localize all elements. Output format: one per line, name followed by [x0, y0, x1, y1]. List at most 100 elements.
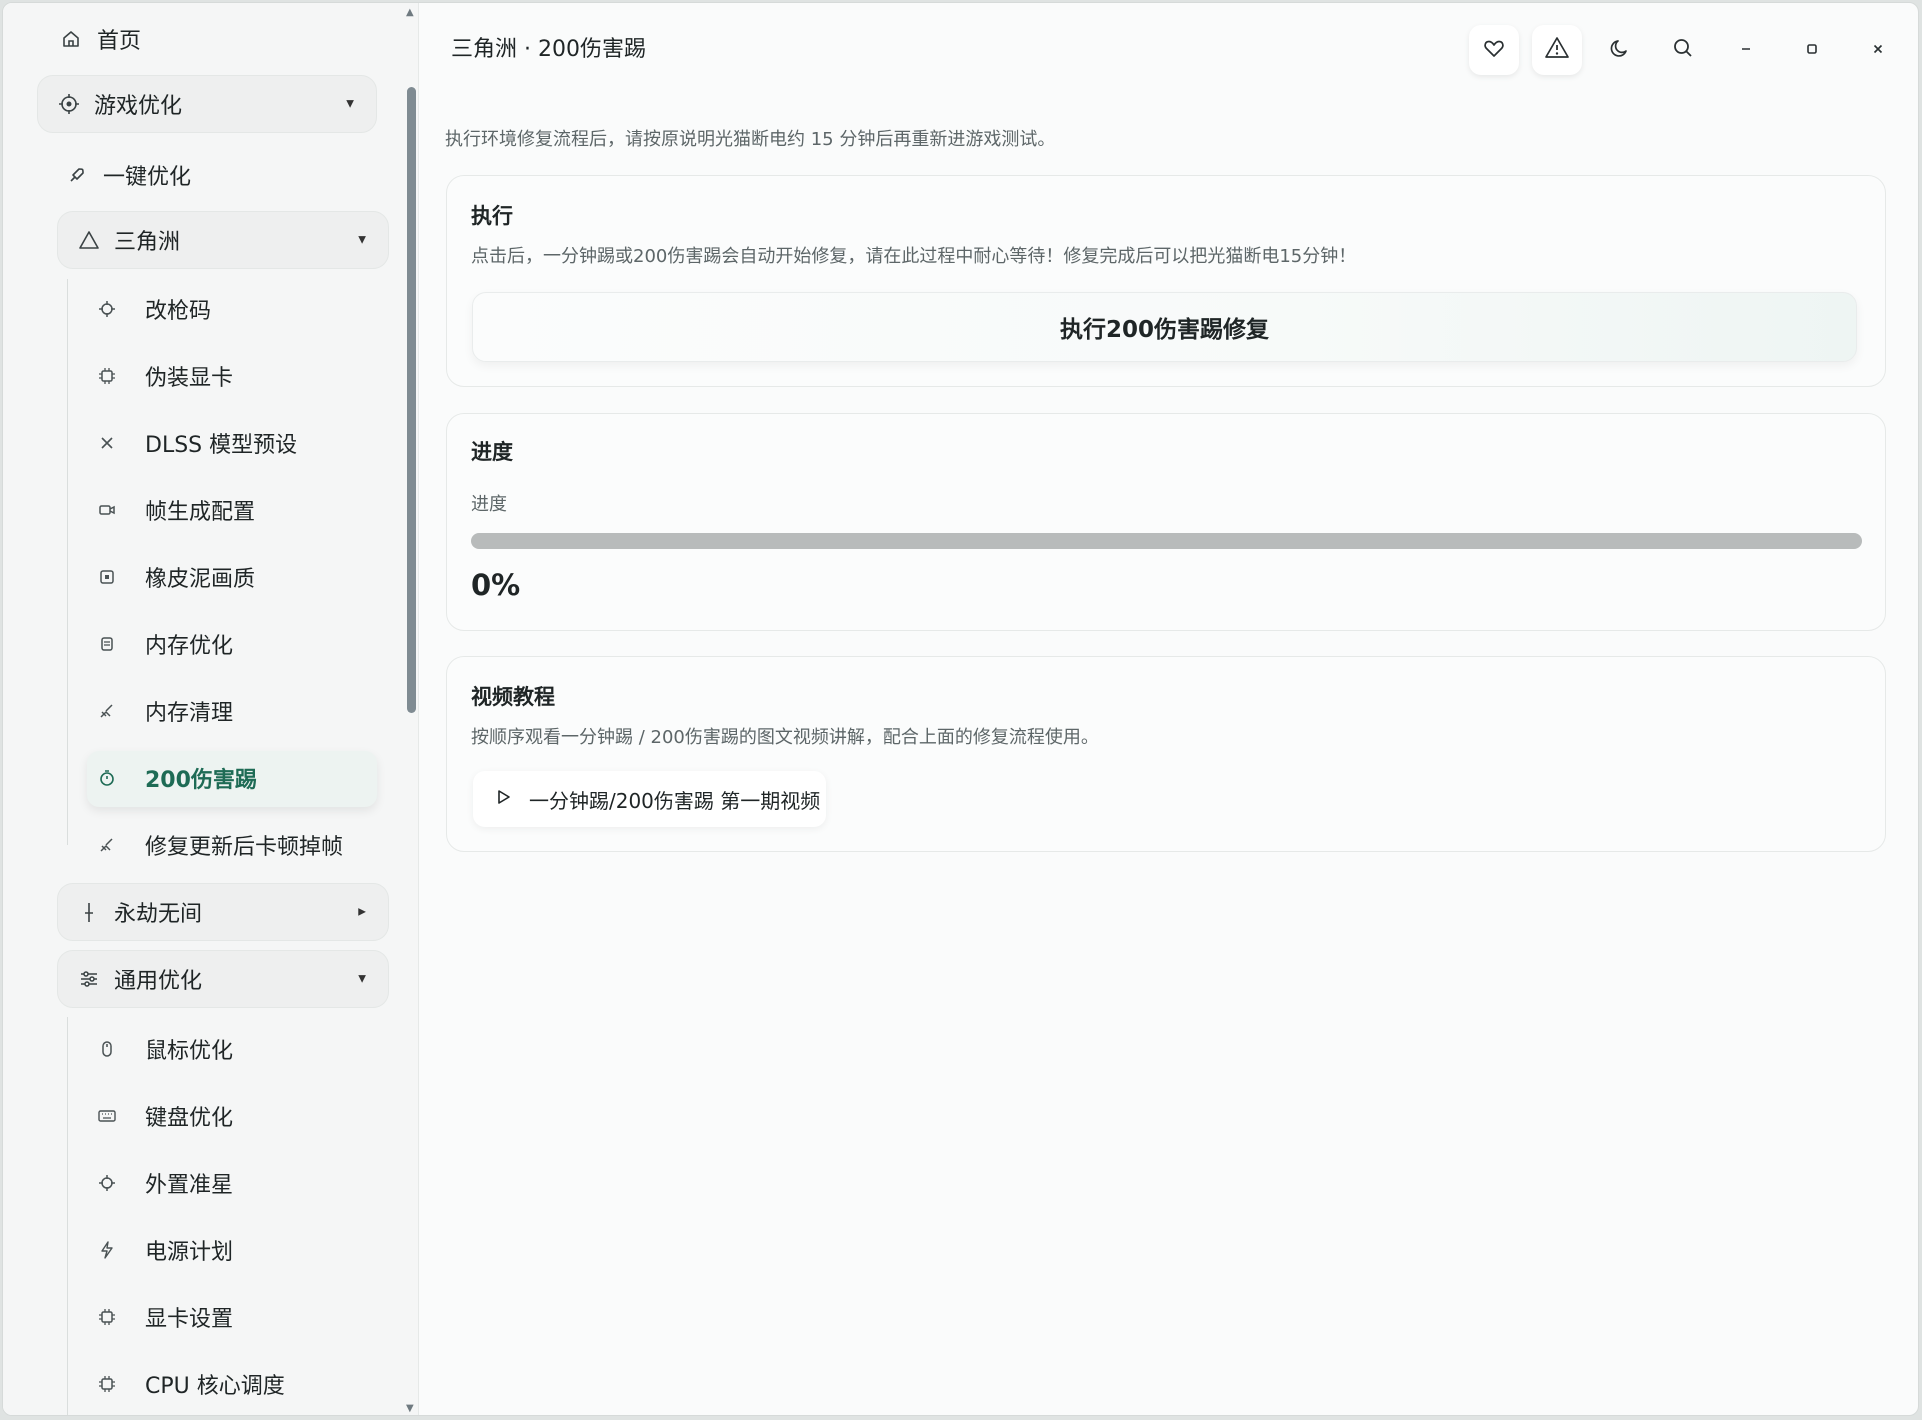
- bolt-icon: [97, 1240, 117, 1260]
- favorite-button[interactable]: [1469, 25, 1519, 75]
- chip-icon: [97, 366, 117, 386]
- sidebar-group-label: 游戏优化: [94, 94, 183, 119]
- memory-icon: [97, 634, 117, 654]
- sidebar-item-label: CPU 核心调度: [145, 1374, 285, 1399]
- sidebar-item-memory-opt[interactable]: 内存优化: [101, 628, 234, 660]
- sidebar-item-memory-clean[interactable]: 内存清理: [100, 695, 234, 727]
- sidebar-item-dlss[interactable]: DLSS 模型预设: [101, 427, 298, 459]
- video-link-button[interactable]: 一分钟踢/200伤害踢 第一期视频: [473, 771, 826, 827]
- sidebar-item-crosshair[interactable]: 外置准星: [99, 1167, 234, 1199]
- card-title: 视频教程: [471, 685, 555, 709]
- chevron-right-icon: ▶: [358, 906, 366, 918]
- chip-icon: [97, 1307, 117, 1327]
- sidebar-item-fix-stutter[interactable]: 修复更新后卡顿掉帧: [100, 829, 344, 861]
- search-button[interactable]: [1658, 25, 1708, 75]
- broom-icon: [97, 835, 117, 855]
- crosshair-icon: [97, 1173, 117, 1193]
- app-window: 首页 游戏优化 ▼ 一键优化 三角洲 ▼ 改枪码 伪装显卡 DLSS 模型预设 …: [2, 2, 1919, 1416]
- sidebar-group-yongjie[interactable]: 永劫无间 ▶: [57, 883, 389, 941]
- sidebar-group-label: 通用优化: [114, 969, 203, 994]
- maximize-icon: [1805, 40, 1819, 61]
- chip-icon: [97, 1374, 117, 1394]
- sidebar: 首页 游戏优化 ▼ 一键优化 三角洲 ▼ 改枪码 伪装显卡 DLSS 模型预设 …: [3, 3, 419, 1415]
- sidebar-item-label: 键盘优化: [145, 1106, 234, 1131]
- minimize-icon: [1739, 40, 1753, 61]
- crosshair-icon: [97, 299, 117, 319]
- sliders-icon: [78, 968, 100, 990]
- sidebar-item-gun-code[interactable]: 改枪码: [99, 293, 212, 325]
- sidebar-item-label: 显卡设置: [145, 1307, 234, 1332]
- card-description: 点击后，一分钟踢或200伤害踢会自动开始修复，请在此过程中耐心等待！修复完成后可…: [471, 246, 1357, 267]
- sidebar-item-mouse[interactable]: 鼠标优化: [102, 1033, 233, 1065]
- sidebar-scrollbar-thumb[interactable]: [407, 87, 416, 713]
- mouse-icon: [97, 1039, 117, 1059]
- moon-icon: [1609, 37, 1631, 64]
- warning-button[interactable]: [1532, 25, 1582, 75]
- triangle-icon: [78, 229, 100, 251]
- card-description: 按顺序观看一分钟踢 / 200伤害踢的图文视频讲解，配合上面的修复流程使用。: [471, 727, 1099, 748]
- minimize-button[interactable]: [1721, 25, 1771, 75]
- play-icon: [497, 789, 511, 809]
- x-icon: [97, 433, 117, 453]
- sidebar-item-one-click[interactable]: 一键优化: [65, 159, 191, 191]
- sidebar-item-label: 内存优化: [145, 634, 234, 659]
- sidebar-item-cpu[interactable]: CPU 核心调度: [99, 1368, 285, 1400]
- sidebar-group-label: 永劫无间: [114, 902, 203, 927]
- progress-card: 进度 进度 0%: [446, 413, 1886, 631]
- sidebar-item-label: 外置准星: [145, 1173, 234, 1198]
- rocket-icon: [65, 163, 89, 187]
- sidebar-item-label: 伪装显卡: [145, 366, 234, 391]
- sidebar-item-label: 电源计划: [145, 1240, 234, 1265]
- sidebar-item-label: 首页: [97, 29, 142, 54]
- progress-bar: [471, 533, 1862, 549]
- search-icon: [1672, 37, 1694, 64]
- heart-icon: [1483, 37, 1505, 64]
- sidebar-group-delta[interactable]: 三角洲 ▼: [57, 211, 389, 269]
- submenu-guide-line: [67, 279, 68, 845]
- sidebar-group-general[interactable]: 通用优化 ▼: [57, 950, 389, 1008]
- chevron-down-icon: ▼: [358, 234, 366, 246]
- theme-toggle-button[interactable]: [1595, 25, 1645, 75]
- close-button[interactable]: [1853, 25, 1903, 75]
- execute-fix-button[interactable]: 执行200伤害踢修复: [472, 292, 1857, 362]
- sidebar-item-200-damage[interactable]: 200伤害踢: [100, 762, 257, 794]
- sidebar-item-label: 帧生成配置: [145, 500, 256, 525]
- chevron-down-icon: ▼: [346, 98, 354, 110]
- warning-icon: [1544, 36, 1570, 65]
- sidebar-item-frame-gen[interactable]: 帧生成配置: [99, 494, 256, 526]
- page-description: 执行环境修复流程后，请按原说明光猫断电约 15 分钟后再重新进游戏测试。: [445, 129, 1056, 150]
- progress-label: 进度: [471, 494, 507, 515]
- progress-percent: 0%: [471, 568, 521, 602]
- sidebar-item-label: 内存清理: [145, 701, 234, 726]
- sidebar-item-home[interactable]: 首页: [59, 23, 141, 55]
- sidebar-item-fake-gpu[interactable]: 伪装显卡: [99, 360, 234, 392]
- video-link-label: 一分钟踢/200伤害踢 第一期视频: [529, 788, 821, 813]
- timer-icon: [97, 768, 117, 788]
- sidebar-group-game-opt[interactable]: 游戏优化 ▼: [37, 75, 377, 133]
- image-icon: [97, 567, 117, 587]
- scroll-up-arrow[interactable]: ▲: [406, 7, 414, 18]
- page-title: 三角洲 · 200伤害踢: [451, 37, 646, 62]
- home-icon: [59, 27, 83, 51]
- sidebar-item-label: 修复更新后卡顿掉帧: [145, 835, 344, 860]
- execute-card: 执行 点击后，一分钟踢或200伤害踢会自动开始修复，请在此过程中耐心等待！修复完…: [446, 175, 1886, 387]
- sidebar-item-label: DLSS 模型预设: [145, 433, 298, 458]
- sidebar-item-label: 橡皮泥画质: [145, 567, 256, 592]
- sidebar-item-quality[interactable]: 橡皮泥画质: [100, 561, 256, 593]
- sidebar-item-gpu-settings[interactable]: 显卡设置: [99, 1301, 234, 1333]
- card-title: 进度: [471, 440, 513, 464]
- sidebar-item-label: 200伤害踢: [145, 768, 257, 793]
- target-icon: [58, 93, 80, 115]
- broom-icon: [97, 701, 117, 721]
- maximize-button[interactable]: [1787, 25, 1837, 75]
- camera-icon: [97, 500, 117, 520]
- sidebar-group-label: 三角洲: [114, 230, 181, 255]
- video-tutorial-card: 视频教程 按顺序观看一分钟踢 / 200伤害踢的图文视频讲解，配合上面的修复流程…: [446, 656, 1886, 852]
- sidebar-item-label: 改枪码: [145, 299, 212, 324]
- sidebar-item-power[interactable]: 电源计划: [101, 1234, 234, 1266]
- scroll-down-arrow[interactable]: ▼: [406, 1403, 414, 1414]
- chevron-down-icon: ▼: [358, 973, 366, 985]
- sidebar-item-label: 一键优化: [103, 165, 192, 190]
- sidebar-item-keyboard[interactable]: 键盘优化: [98, 1100, 234, 1132]
- close-icon: [1871, 40, 1885, 61]
